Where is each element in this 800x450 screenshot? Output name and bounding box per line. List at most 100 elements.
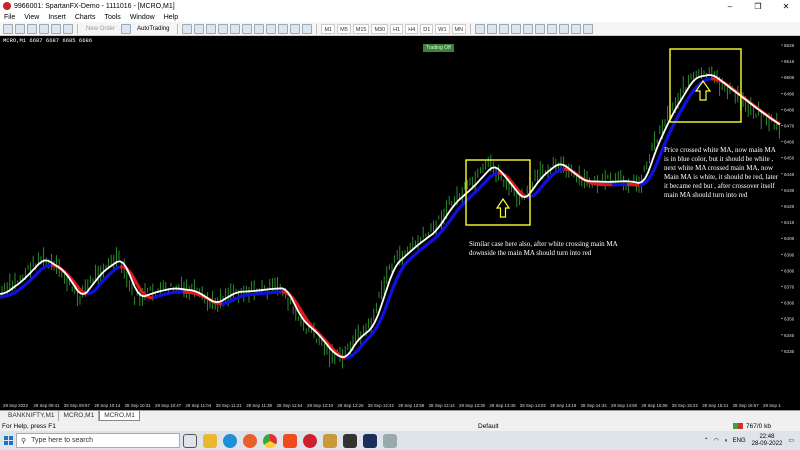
terminal-icon[interactable] [63, 23, 73, 34]
templates-icon[interactable] [302, 23, 313, 34]
new-order-button[interactable]: New Order [82, 23, 119, 34]
tab-mcro-m1-a[interactable]: MCRO,M1 [59, 411, 100, 421]
zoom-in-icon[interactable] [218, 23, 229, 34]
menu-view[interactable]: View [24, 14, 39, 21]
label-icon[interactable] [571, 23, 582, 34]
navigator-icon[interactable] [51, 23, 61, 34]
notifications-icon[interactable]: ▭ [788, 437, 794, 444]
vertical-line-icon[interactable] [499, 23, 510, 34]
fibonacci-icon[interactable] [547, 23, 558, 34]
x-tick-label: 28 Sep 14:50 [611, 403, 638, 408]
file-explorer-icon[interactable] [203, 433, 217, 448]
profiles-icon[interactable] [15, 23, 25, 34]
app-icon-dark[interactable] [343, 433, 357, 448]
tab-mcro-m1-b[interactable]: MCRO,M1 [99, 411, 140, 421]
arrows-icon[interactable] [583, 23, 594, 34]
x-tick-label: 28 Sep 14:18 [550, 403, 577, 408]
firefox-icon[interactable] [243, 433, 257, 448]
menu-tools[interactable]: Tools [104, 14, 120, 21]
volume-icon[interactable]: ◖ [724, 438, 728, 444]
candlestick-icon[interactable] [194, 23, 205, 34]
text-icon[interactable] [559, 23, 570, 34]
autoscroll-icon[interactable] [266, 23, 277, 34]
channel-icon[interactable] [535, 23, 546, 34]
x-tick-label: 28 Sep 11:38 [246, 403, 272, 408]
task-view-icon[interactable] [183, 433, 197, 448]
autotrading-button[interactable]: AutoTrading [133, 23, 173, 34]
maximize-button[interactable]: ❐ [744, 2, 772, 11]
x-tick-label: 28 Sep 15:22 [672, 403, 699, 408]
chart-shift-icon[interactable] [254, 23, 265, 34]
timeframe-mn[interactable]: MN [451, 23, 467, 34]
network-icon[interactable]: ◠ [714, 437, 719, 444]
annotation-note-1: Similar case here also, after white cros… [469, 240, 618, 257]
taskbar-search[interactable]: ⚲ Type here to search [16, 433, 180, 448]
chart-area[interactable]: MCRO,M1 6687 6687 6685 6686 Trading Off … [0, 36, 781, 410]
zoom-out-icon[interactable] [230, 23, 241, 34]
y-tick-label: 6446 [784, 172, 795, 177]
x-tick-label: 28 Sep 15:57 [733, 403, 760, 408]
new-chart-icon[interactable] [3, 23, 13, 34]
x-tick-label: 28 Sep 10:14 [94, 403, 121, 408]
data-window-icon[interactable] [39, 23, 49, 34]
y-tick-label: 6406 [784, 236, 795, 241]
metaeditor-icon[interactable] [121, 23, 132, 34]
cursor-icon[interactable] [475, 23, 486, 34]
bar-chart-icon[interactable] [182, 23, 193, 34]
tile-windows-icon[interactable] [242, 23, 253, 34]
trendline-icon[interactable] [523, 23, 534, 34]
x-tick-label: 28 Sep 09:57 [64, 403, 91, 408]
price-chart[interactable] [0, 36, 781, 410]
timeframe-d1[interactable]: D1 [420, 23, 434, 34]
line-chart-icon[interactable] [206, 23, 217, 34]
app-icon [3, 2, 11, 10]
crosshair-icon[interactable] [487, 23, 498, 34]
main-ma-blue-segments [0, 77, 712, 360]
y-tick-label: 6436 [784, 188, 795, 193]
app-icon-light[interactable] [383, 433, 397, 448]
menu-window[interactable]: Window [130, 14, 155, 21]
tray-up-icon[interactable]: ⌃ [704, 437, 709, 444]
menu-help[interactable]: Help [164, 14, 178, 21]
x-tick-label: 28 Sep 12:58 [398, 403, 425, 408]
toolbar-separator [316, 23, 318, 34]
status-traffic: 767/0 kb [746, 422, 771, 430]
toolbar-separator [470, 23, 472, 34]
timeframe-h4[interactable]: H4 [405, 23, 419, 34]
close-button[interactable]: ✕ [772, 2, 800, 11]
metatrader-icon[interactable] [323, 433, 337, 448]
horizontal-line-icon[interactable] [511, 23, 522, 34]
menu-charts[interactable]: Charts [75, 14, 96, 21]
brave-icon[interactable] [283, 433, 297, 448]
y-tick-label: 6506 [784, 75, 795, 80]
y-tick-label: 6366 [784, 301, 795, 306]
periods-icon[interactable] [290, 23, 301, 34]
timeframe-m15[interactable]: M15 [352, 23, 370, 34]
white-ma-line [0, 74, 781, 359]
menu-insert[interactable]: Insert [48, 14, 66, 21]
app-icon-blue[interactable] [363, 433, 377, 448]
y-tick-label: 6396 [784, 252, 795, 257]
start-button[interactable] [0, 431, 16, 450]
timeframe-m1[interactable]: M1 [321, 23, 336, 34]
menu-file[interactable]: File [4, 14, 15, 21]
opera-icon[interactable] [303, 433, 317, 448]
tab-banknifty-m1[interactable]: BANKNIFTY,M1 [4, 411, 60, 421]
indicators-icon[interactable] [278, 23, 289, 34]
timeframe-w1[interactable]: W1 [435, 23, 450, 34]
chrome-icon[interactable] [263, 433, 277, 448]
timeframe-m30[interactable]: M30 [371, 23, 389, 34]
timeframe-h1[interactable]: H1 [390, 23, 404, 34]
status-bar: For Help, press F1 Default 767/0 kb [0, 421, 800, 431]
minimize-button[interactable]: – [716, 2, 744, 11]
toolbar-separator [77, 23, 78, 34]
edge-icon[interactable] [223, 433, 237, 448]
annotation-note-2: Price crossed white MA, now main MA is i… [664, 146, 778, 199]
clock[interactable]: 22:48 28-09-2022 [752, 434, 783, 448]
y-tick-label: 6376 [784, 285, 795, 290]
status-profile: Default [478, 422, 499, 430]
timeframe-m5[interactable]: M5 [337, 23, 351, 34]
language-indicator[interactable]: ENG [733, 438, 746, 444]
y-tick-label: 6496 [784, 91, 795, 96]
market-watch-icon[interactable] [27, 23, 37, 34]
